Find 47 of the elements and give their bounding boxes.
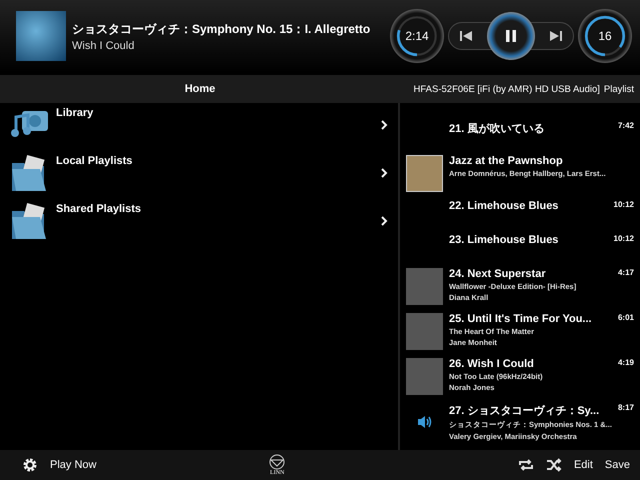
- menu-item[interactable]: Shared Playlists: [0, 199, 398, 247]
- device-name: HFAS-52F06E [iFi (by AMR) HD USB Audio]: [414, 84, 600, 94]
- track-title: 22. Limehouse Blues: [449, 200, 560, 212]
- album-cover: [16, 11, 66, 61]
- track-duration: 4:19: [618, 358, 634, 367]
- track-duration: 4:17: [618, 268, 634, 277]
- track-title: 23. Limehouse Blues: [449, 234, 560, 246]
- playlist-track[interactable]: 23. Limehouse Blues 10:12: [400, 230, 640, 264]
- settings-icon[interactable]: [22, 457, 38, 473]
- elapsed-time-dial[interactable]: 2:14: [390, 9, 444, 63]
- album-title: Jazz at the Pawnshop: [449, 155, 564, 167]
- play-now-button[interactable]: Play Now: [50, 459, 96, 471]
- playlist-track[interactable]: 21. 風が吹いている 7:42: [400, 117, 640, 151]
- track-title: 21. 風が吹いている: [449, 122, 546, 136]
- volume-dial[interactable]: 16: [578, 9, 632, 63]
- chevron-icon: [380, 167, 388, 179]
- menu-item[interactable]: Library: [0, 103, 398, 151]
- track-title: 24. Next Superstar: [449, 268, 547, 280]
- save-button[interactable]: Save: [604, 459, 630, 471]
- pause-icon: [503, 28, 519, 44]
- menu-label: Library: [56, 107, 94, 119]
- next-icon[interactable]: [549, 30, 563, 42]
- playlist-title: Playlist: [604, 84, 634, 94]
- logo-icon: [269, 454, 286, 470]
- edit-button[interactable]: Edit: [574, 459, 593, 471]
- chevron-icon: [380, 119, 388, 131]
- home-title: Home: [184, 83, 216, 95]
- track-duration: 10:12: [614, 200, 634, 209]
- chevron-icon: [380, 215, 388, 227]
- menu-label: Local Playlists: [56, 155, 134, 167]
- menu-item[interactable]: Local Playlists: [0, 151, 398, 199]
- menu-label: Shared Playlists: [56, 203, 142, 215]
- track-duration: 7:42: [618, 121, 634, 130]
- track-duration: 6:01: [618, 313, 634, 322]
- track-title: 26. Wish I Could: [449, 358, 535, 370]
- shuffle-icon[interactable]: [546, 458, 562, 472]
- track-duration: 8:17: [618, 403, 634, 412]
- track-subtitle: Wish I Could: [72, 40, 136, 52]
- track-title: 27. ショスタコーヴィチ：Sy...: [449, 404, 600, 418]
- pause-button[interactable]: [487, 12, 535, 60]
- playlist-track[interactable]: 22. Limehouse Blues 10:12: [400, 196, 640, 230]
- previous-icon[interactable]: [459, 30, 473, 42]
- album-art: [406, 155, 443, 192]
- track-duration: 10:12: [614, 234, 634, 243]
- track-title: 25. Until It's Time For You...: [449, 313, 593, 325]
- track-title: ショスタコーヴィチ：Symphony No. 15：I. Allegretto: [72, 20, 372, 38]
- repeat-icon[interactable]: [518, 458, 534, 472]
